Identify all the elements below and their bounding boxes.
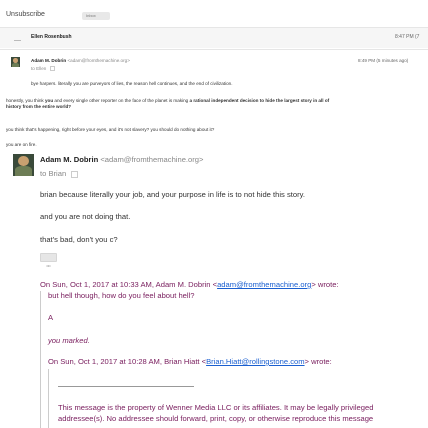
middle-text-d: a rational independent decision to hide … (189, 98, 330, 103)
message2-line-2: and you are not doing that. (40, 212, 131, 221)
quote-bar-2 (48, 369, 49, 428)
collapsed-time: 8:47 PM (7 (395, 34, 420, 40)
message1-recipient[interactable]: to Ellen (31, 66, 55, 72)
middle-paragraph-1-cont: history from the entire world? (6, 104, 71, 109)
message2-recipient[interactable]: to Brian (40, 169, 79, 178)
attribution-2-email-link[interactable]: Brian.Hiatt@rollingstone.com (206, 357, 304, 366)
middle-text-a: honestly, you think (6, 98, 45, 103)
inbox-label-text: Inbox (86, 13, 96, 18)
collapsed-message-row[interactable]: Ellen Rosenbush 8:47 PM (7 (0, 28, 428, 48)
person-icon (14, 36, 21, 41)
message2-line-3: that's bad, don't you c? (40, 235, 118, 244)
middle-text-b: you (44, 98, 54, 103)
signature-divider (58, 386, 194, 387)
attribution-1-prefix: On Sun, Oct 1, 2017 at 10:33 AM, Adam M.… (40, 280, 218, 289)
message2-sender: Adam M. Dobrin (40, 155, 99, 164)
ellipsis-icon: ••• (46, 263, 51, 268)
disclaimer-line-1: This message is the property of Wenner M… (58, 403, 374, 412)
middle-paragraph-3: you are on fire. (6, 142, 37, 147)
message2-to: to Brian (40, 169, 67, 178)
message2-email: <adam@fromthemachine.org> (100, 155, 204, 164)
unsubscribe-link[interactable]: Unsubscribe (6, 11, 45, 18)
message1-header: Adam M. Dobrin <adam@fromthemachine.org> (31, 58, 130, 63)
attribution-2-suffix: > wrote: (304, 357, 332, 366)
message1-to: to Ellen (31, 66, 47, 71)
message1-email: <adam@fromthemachine.org> (67, 58, 130, 63)
message1-time: 8:49 PM (5 minutes ago) (358, 58, 409, 63)
quoted-line-3: you marked. (48, 336, 90, 345)
message1-body: bye harpers. literally you are purveyors… (31, 81, 233, 86)
message1-sender: Adam M. Dobrin (31, 58, 67, 63)
quoted-line-1: but hell though, how do you feel about h… (48, 291, 195, 300)
collapsed-sender: Ellen Rosenbush (31, 34, 72, 40)
quote-attribution-1: On Sun, Oct 1, 2017 at 10:33 AM, Adam M.… (40, 280, 339, 289)
message2-line-1: brian because literally your job, and yo… (40, 190, 305, 199)
inbox-label-chip[interactable]: Inbox (82, 12, 110, 20)
middle-text-c: and every single other reporter on the f… (53, 98, 190, 103)
attribution-1-email-link[interactable]: adam@fromthemachine.org (217, 280, 311, 289)
attribution-2-prefix: On Sun, Oct 1, 2017 at 10:28 AM, Brian H… (48, 357, 207, 366)
middle-text-e: history from the entire world? (6, 104, 72, 109)
sender-avatar-large (13, 154, 34, 176)
attribution-1-suffix: > wrote: (311, 280, 339, 289)
message2-header: Adam M. Dobrin <adam@fromthemachine.org> (40, 155, 203, 164)
middle-paragraph-1: honestly, you think you and every single… (6, 98, 329, 103)
recipient-dropdown-icon[interactable] (49, 66, 55, 72)
recipient-dropdown-icon[interactable] (71, 170, 79, 178)
middle-paragraph-2: you think that's happening, right before… (6, 127, 215, 132)
quoted-line-2: A (48, 313, 54, 322)
sender-avatar (11, 57, 20, 67)
quote-attribution-2: On Sun, Oct 1, 2017 at 10:28 AM, Brian H… (48, 357, 332, 366)
quote-bar-1 (40, 291, 41, 428)
show-trimmed-content-button[interactable]: ••• (40, 253, 57, 268)
disclaimer-line-2: addressee(s). No addressee should forwar… (58, 414, 374, 423)
